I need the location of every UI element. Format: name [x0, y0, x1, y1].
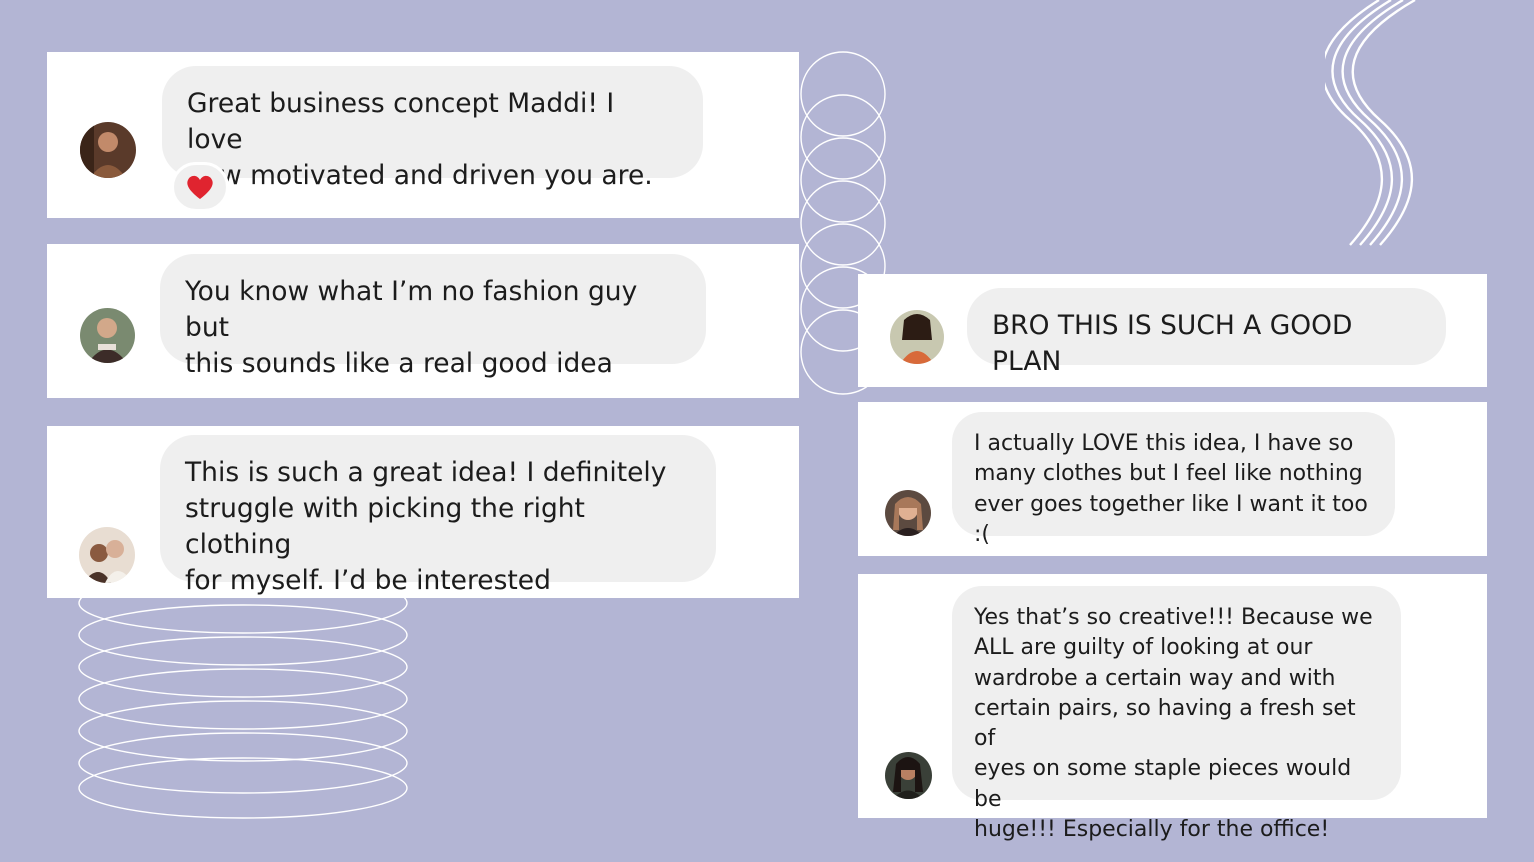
avatar[interactable] [80, 308, 135, 363]
comment-bubble: This is such a great idea! I definitely … [160, 435, 716, 596]
heart-icon [187, 175, 213, 199]
comment-card: This is such a great idea! I definitely … [47, 426, 799, 598]
avatar[interactable] [890, 310, 944, 364]
comment-card: Great business concept Maddi! I love how… [47, 52, 799, 218]
avatar[interactable] [80, 122, 136, 178]
avatar[interactable] [885, 752, 932, 799]
comment-bubble: I actually LOVE this idea, I have so man… [952, 412, 1395, 547]
comment-card: Yes that’s so creative!!! Because we ALL… [858, 574, 1487, 842]
comment-bubble: You know what I’m no fashion guy but thi… [160, 254, 706, 379]
comment-card: I actually LOVE this idea, I have so man… [858, 402, 1487, 556]
comment-card: BRO THIS IS SUCH A GOOD PLAN [858, 274, 1487, 387]
avatar[interactable] [885, 490, 931, 536]
stacked-ellipses-decoration [78, 585, 408, 819]
wavy-lines-decoration [1325, 0, 1416, 246]
comment-bubble: Great business concept Maddi! I love how… [162, 66, 703, 191]
avatar[interactable] [79, 527, 135, 583]
comment-card: You know what I’m no fashion guy but thi… [47, 244, 799, 398]
reaction-badge[interactable] [171, 162, 229, 212]
comment-bubble: Yes that’s so creative!!! Because we ALL… [952, 586, 1401, 842]
comment-bubble: BRO THIS IS SUCH A GOOD PLAN [967, 288, 1446, 377]
